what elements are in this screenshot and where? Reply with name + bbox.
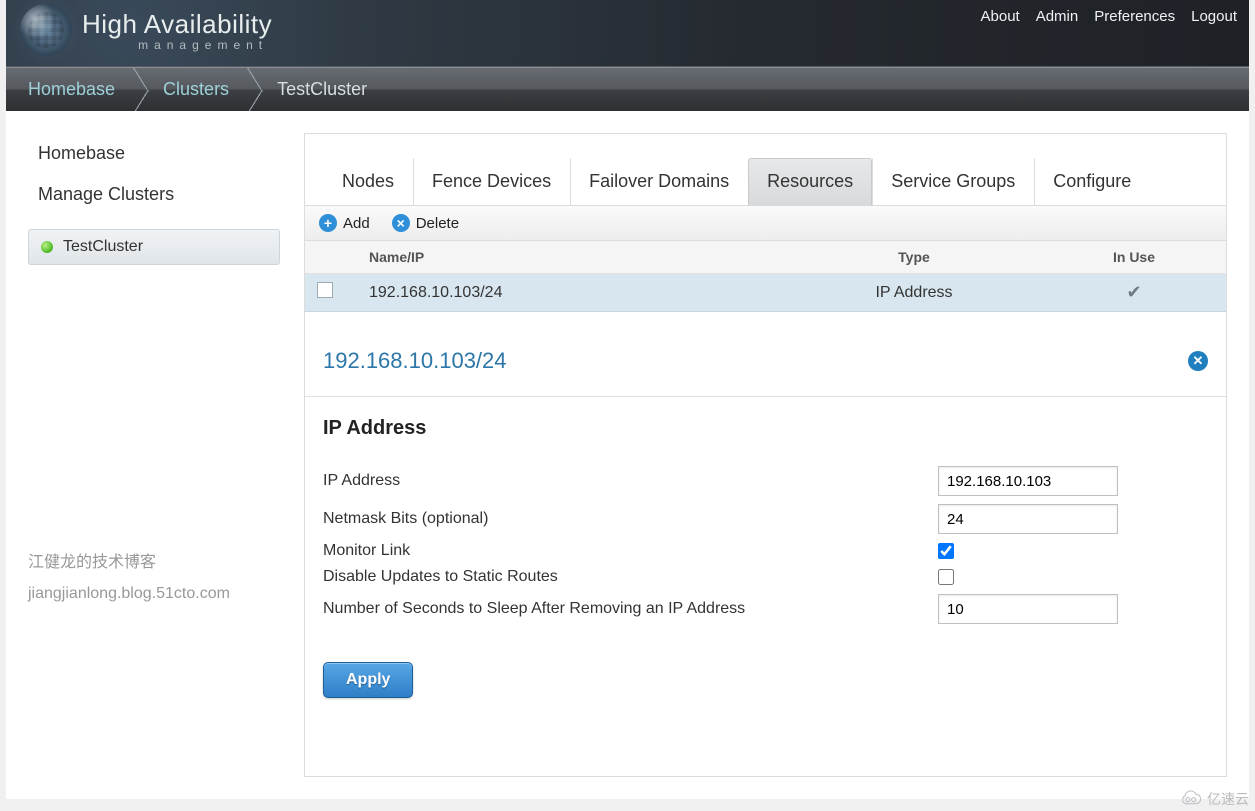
link-admin[interactable]: Admin (1036, 8, 1079, 25)
link-about[interactable]: About (981, 8, 1020, 25)
watermark: 江健龙的技术博客 jiangjianlong.blog.51cto.com (28, 548, 230, 609)
tab-resources[interactable]: Resources (748, 158, 872, 206)
tab-configure[interactable]: Configure (1034, 158, 1150, 206)
status-dot-icon (41, 241, 53, 253)
grid-header: Name/IP Type In Use (305, 241, 1226, 274)
breadcrumb: Homebase Clusters TestCluster (6, 67, 1249, 111)
yisu-watermark: 亿速云 (1175, 789, 1249, 809)
yisu-label: 亿速云 (1207, 789, 1249, 809)
toolbar: + Add × Delete (305, 206, 1226, 241)
tab-nodes[interactable]: Nodes (323, 158, 413, 206)
label-sleep: Number of Seconds to Sleep After Removin… (323, 600, 938, 618)
input-ip[interactable] (938, 466, 1118, 496)
header-bar: High Availability management About Admin… (6, 0, 1249, 67)
tabs: Nodes Fence Devices Failover Domains Res… (305, 134, 1226, 206)
page-body: Homebase Manage Clusters TestCluster 江健龙… (6, 111, 1249, 799)
detail-header: 192.168.10.103/24 ✕ (305, 330, 1226, 397)
sidebar-cluster-label: TestCluster (63, 238, 143, 256)
crumb-current: TestCluster (255, 68, 393, 111)
check-icon: ✔ (1054, 282, 1214, 303)
watermark-line1: 江健龙的技术博客 (28, 548, 230, 578)
main-panel: Nodes Fence Devices Failover Domains Res… (304, 133, 1227, 777)
label-ip: IP Address (323, 472, 938, 490)
section-title: IP Address (323, 417, 1208, 440)
label-disable-routes: Disable Updates to Static Routes (323, 568, 938, 586)
link-preferences[interactable]: Preferences (1094, 8, 1175, 25)
brand-subtitle: management (138, 38, 272, 52)
brand-title: High Availability (82, 9, 272, 40)
watermark-line2: jiangjianlong.blog.51cto.com (28, 579, 230, 609)
delete-button[interactable]: × Delete (392, 214, 459, 232)
sidebar-manage-clusters[interactable]: Manage Clusters (28, 174, 280, 215)
detail-title: 192.168.10.103/24 (323, 348, 507, 374)
detail-panel: 192.168.10.103/24 ✕ IP Address IP Addres… (305, 330, 1226, 726)
add-label: Add (343, 215, 370, 232)
plus-icon: + (319, 214, 337, 232)
input-netmask[interactable] (938, 504, 1118, 534)
add-button[interactable]: + Add (319, 214, 370, 232)
tab-failover[interactable]: Failover Domains (570, 158, 748, 206)
col-inuse: In Use (1054, 249, 1214, 265)
crumb-clusters[interactable]: Clusters (141, 68, 255, 111)
table-row[interactable]: 192.168.10.103/24 IP Address ✔ (305, 274, 1226, 312)
tab-service[interactable]: Service Groups (872, 158, 1034, 206)
apply-button[interactable]: Apply (323, 662, 413, 698)
logo-icon (20, 4, 72, 56)
x-icon: × (392, 214, 410, 232)
tab-fence[interactable]: Fence Devices (413, 158, 570, 206)
row-checkbox[interactable] (317, 282, 333, 298)
checkbox-disable-routes[interactable] (938, 569, 954, 585)
col-name: Name/IP (369, 249, 774, 265)
label-monitor: Monitor Link (323, 542, 938, 560)
sidebar-homebase[interactable]: Homebase (28, 133, 280, 174)
close-icon[interactable]: ✕ (1188, 351, 1208, 371)
sidebar-cluster-item[interactable]: TestCluster (28, 229, 280, 265)
label-netmask: Netmask Bits (optional) (323, 510, 938, 528)
top-links: About Admin Preferences Logout (981, 8, 1238, 25)
col-type: Type (774, 249, 1054, 265)
input-sleep[interactable] (938, 594, 1118, 624)
crumb-homebase[interactable]: Homebase (6, 68, 141, 111)
brand: High Availability management (20, 4, 272, 56)
row-type: IP Address (774, 284, 1054, 302)
cloud-icon (1175, 790, 1203, 808)
checkbox-monitor[interactable] (938, 543, 954, 559)
link-logout[interactable]: Logout (1191, 8, 1237, 25)
sidebar: Homebase Manage Clusters TestCluster (28, 133, 280, 777)
delete-label: Delete (416, 215, 459, 232)
row-name: 192.168.10.103/24 (369, 284, 774, 302)
